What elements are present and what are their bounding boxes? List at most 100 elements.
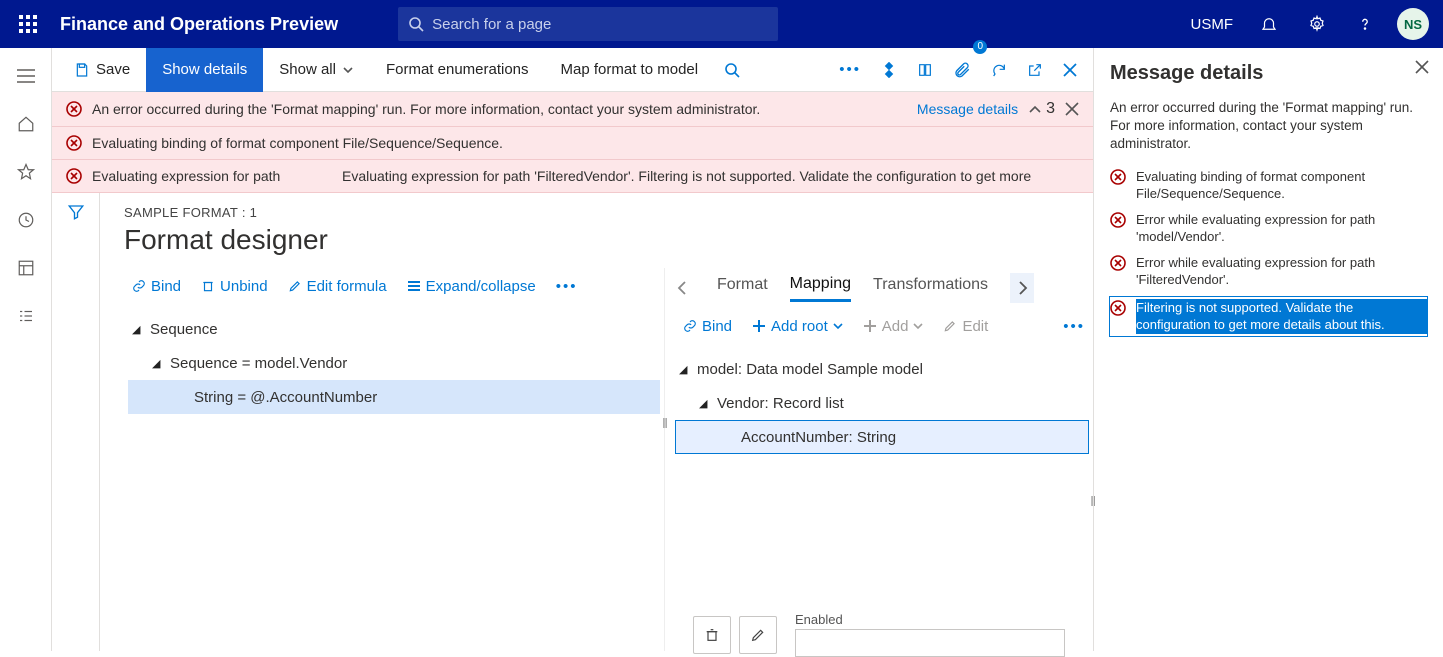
close-panel-icon[interactable] (1415, 60, 1429, 74)
save-label: Save (96, 61, 130, 78)
company-picker[interactable]: USMF (1181, 16, 1244, 33)
nav-workspaces-icon[interactable] (6, 248, 46, 288)
filter-icon[interactable] (67, 203, 85, 651)
find-icon[interactable] (714, 48, 750, 92)
add-root-button[interactable]: Add root (744, 314, 851, 339)
mapping-toolbar: Bind Add root Add Edit ••• (665, 308, 1093, 344)
error-text-3b: Evaluating expression for path 'Filtered… (342, 168, 1031, 184)
edit-properties-icon[interactable] (739, 616, 777, 654)
help-icon[interactable] (1343, 2, 1387, 46)
filter-column (52, 193, 100, 651)
breadcrumb: SAMPLE FORMAT : 1 (124, 205, 1093, 220)
tree-node-sequence[interactable]: ◢Sequence (128, 312, 660, 346)
node-label: Sequence (150, 321, 218, 338)
error-row-3: Evaluating expression for path Evaluatin… (52, 160, 1093, 193)
edit-label: Edit (962, 318, 988, 335)
tab-mapping[interactable]: Mapping (790, 275, 851, 302)
tab-next-icon[interactable] (1010, 273, 1034, 303)
error-icon (1110, 169, 1126, 203)
global-search[interactable] (398, 7, 778, 41)
nav-favorites-icon[interactable] (6, 152, 46, 192)
add-root-label: Add root (771, 318, 828, 335)
detail-text: Evaluating binding of format component F… (1136, 168, 1427, 203)
tree-node-string-account[interactable]: String = @.AccountNumber (128, 380, 660, 414)
expand-label: Expand/collapse (426, 278, 536, 295)
node-label: Sequence = model.Vendor (170, 355, 347, 372)
detail-item[interactable]: Error while evaluating expression for pa… (1110, 211, 1427, 246)
bottom-toolbar: Enabled (693, 612, 1065, 657)
detail-item-selected[interactable]: Filtering is not supported. Validate the… (1110, 297, 1427, 336)
format-toolbar: Bind Unbind Edit formula Expand/collapse… (124, 268, 664, 304)
error-collapse[interactable]: 3 (1028, 100, 1055, 118)
map-format-button[interactable]: Map format to model (545, 48, 715, 92)
app-launcher-icon[interactable] (8, 4, 48, 44)
mapping-tabs: Format Mapping Transformations (665, 268, 1093, 308)
attachment-count-badge: 0 (973, 40, 987, 54)
nav-modules-icon[interactable] (6, 296, 46, 336)
expand-collapse-button[interactable]: Expand/collapse (399, 274, 544, 299)
tree-node-vendor[interactable]: ◢Vendor: Record list (675, 386, 1089, 420)
attachments-icon[interactable]: 0 (943, 48, 981, 92)
show-all-label: Show all (279, 61, 336, 78)
error-text-3a: Evaluating expression for path (92, 168, 332, 184)
search-input[interactable] (432, 16, 768, 33)
error-count: 3 (1046, 100, 1055, 118)
unbind-button[interactable]: Unbind (193, 274, 276, 299)
nav-menu-icon[interactable] (6, 56, 46, 96)
error-row-2: Evaluating binding of format component F… (52, 127, 1093, 160)
app-title: Finance and Operations Preview (60, 14, 338, 35)
popout-icon[interactable] (1017, 48, 1053, 92)
node-label: Vendor: Record list (717, 395, 844, 412)
tab-format[interactable]: Format (717, 276, 768, 300)
bind-button[interactable]: Bind (124, 274, 189, 299)
enabled-label: Enabled (795, 612, 1065, 627)
enabled-field[interactable] (795, 629, 1065, 657)
nav-recent-icon[interactable] (6, 200, 46, 240)
refresh-icon[interactable] (981, 48, 1017, 92)
overflow-icon[interactable]: ••• (829, 48, 871, 92)
designer-area: SAMPLE FORMAT : 1 Format designer Bind U… (100, 193, 1093, 651)
left-overflow-icon[interactable]: ••• (548, 274, 586, 299)
detail-item[interactable]: Evaluating binding of format component F… (1110, 168, 1427, 203)
bind-label: Bind (702, 318, 732, 335)
message-details-link[interactable]: Message details (917, 101, 1018, 117)
settings-gear-icon[interactable] (1295, 2, 1339, 46)
detail-text: Error while evaluating expression for pa… (1136, 254, 1427, 289)
detail-text: Filtering is not supported. Validate the… (1136, 299, 1427, 334)
show-details-button[interactable]: Show details (146, 48, 263, 92)
format-enumerations-button[interactable]: Format enumerations (370, 48, 545, 92)
splitter-handle[interactable]: ‖ (661, 408, 669, 438)
error-icon (66, 135, 82, 151)
nav-home-icon[interactable] (6, 104, 46, 144)
detail-text: Error while evaluating expression for pa… (1136, 211, 1427, 246)
diamond-icon[interactable] (871, 48, 907, 92)
add-button: Add (855, 314, 932, 339)
edit-formula-label: Edit formula (307, 278, 387, 295)
error-icon (66, 101, 82, 117)
add-label: Add (882, 318, 909, 335)
mapping-bind-button[interactable]: Bind (675, 314, 740, 339)
delete-button-icon[interactable] (693, 616, 731, 654)
tree-node-model[interactable]: ◢model: Data model Sample model (675, 352, 1089, 386)
unbind-label: Unbind (220, 278, 268, 295)
panel-title: Message details (1110, 62, 1427, 85)
dismiss-error-icon[interactable] (1065, 102, 1079, 116)
tree-node-sequence-vendor[interactable]: ◢Sequence = model.Vendor (128, 346, 660, 380)
mapping-overflow-icon[interactable]: ••• (1055, 314, 1093, 339)
format-tree: ◢Sequence ◢Sequence = model.Vendor Strin… (124, 304, 664, 422)
tab-prev-icon[interactable] (671, 275, 695, 301)
edit-formula-button[interactable]: Edit formula (280, 274, 395, 299)
show-all-button[interactable]: Show all (263, 48, 370, 92)
tree-node-accountnumber[interactable]: AccountNumber: String (675, 420, 1089, 454)
format-tree-pane: Bind Unbind Edit formula Expand/collapse… (124, 268, 664, 651)
notifications-icon[interactable] (1247, 2, 1291, 46)
error-row-1: An error occurred during the 'Format map… (52, 92, 1093, 127)
detail-item[interactable]: Error while evaluating expression for pa… (1110, 254, 1427, 289)
save-button[interactable]: Save (58, 48, 146, 92)
user-avatar[interactable]: NS (1397, 8, 1429, 40)
book-icon[interactable] (907, 48, 943, 92)
tab-transformations[interactable]: Transformations (873, 276, 988, 300)
mapping-pane: ‖ Format Mapping Transformations Bind Ad… (664, 268, 1093, 651)
error-icon (66, 168, 82, 184)
close-page-icon[interactable] (1053, 48, 1087, 92)
